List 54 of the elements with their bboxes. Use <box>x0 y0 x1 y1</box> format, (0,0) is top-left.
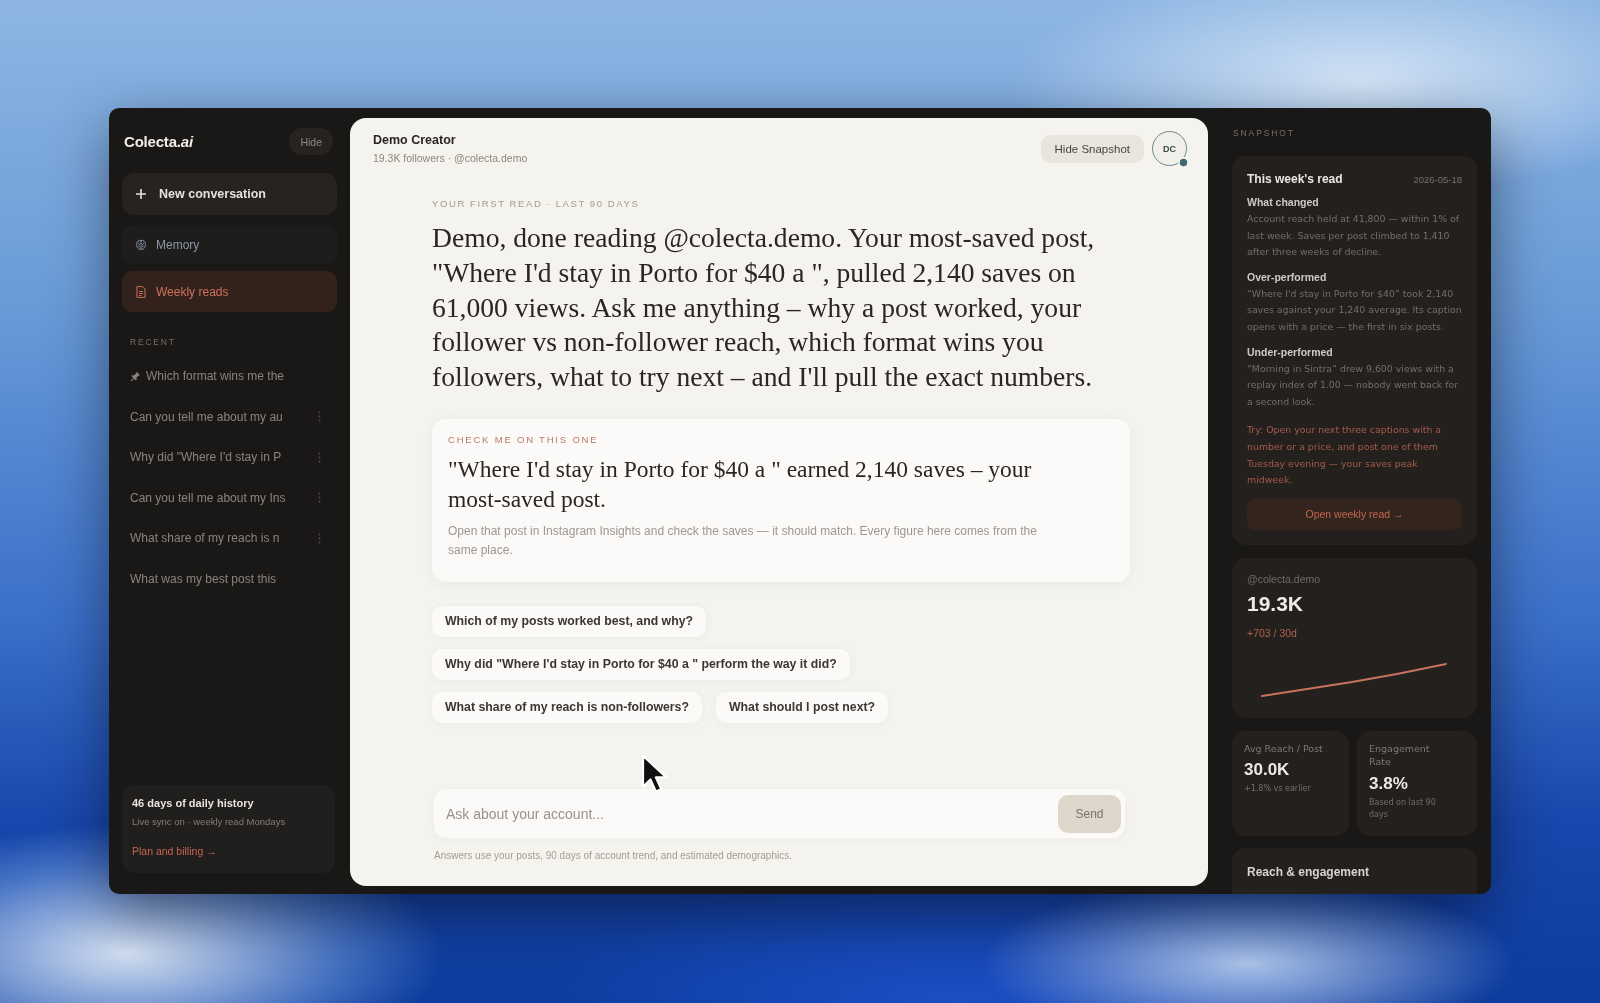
card-title: This week's read <box>1247 172 1343 186</box>
hide-snapshot-button[interactable]: Hide Snapshot <box>1040 134 1144 163</box>
nav-item[interactable]: Memory <box>122 225 337 264</box>
section-label: SNAPSHOT <box>1233 127 1295 139</box>
check-card-claim: "Where I'd stay in Porto for $40 a " earned 2,140 saves – your most-saved post. <box>448 455 1033 514</box>
conversation-item[interactable]: What share of my reach is n <box>122 518 337 559</box>
metric-value: 30.0K <box>1244 759 1290 782</box>
card-title: Reach & engagement <box>1247 864 1370 879</box>
sync-status-text: Live sync on · weekly read Mondays <box>132 815 286 828</box>
metric-note: +1.8% vs earlier <box>1244 783 1311 796</box>
suggestion-chip[interactable]: What should I post next? <box>715 692 889 723</box>
open-weekly-read-button[interactable]: Open weekly read → <box>1247 498 1462 530</box>
section-heading: What changed <box>1247 195 1319 209</box>
plus-icon <box>136 189 146 199</box>
check-card-note: Open that post in Instagram Insights and check the saves — it should match. Every figure here comes from the same place. <box>448 523 1038 559</box>
suggestion-chip[interactable]: What share of my reach is non-followers? <box>432 692 702 723</box>
new-conversation-button[interactable]: New conversation <box>122 173 337 215</box>
section-heading: Over-performed <box>1247 269 1327 284</box>
conversation-item[interactable]: Why did "Where I'd stay in P <box>122 437 337 478</box>
brain-icon <box>135 238 147 251</box>
section-text: Account reach held at 41,800 — within 1% of last week. Saves per post climbed to 1,410 after three weeks of decline. <box>1247 212 1461 260</box>
metric-note: Based on last 90 days <box>1369 796 1437 822</box>
document-icon <box>135 285 147 298</box>
section-label: RECENT <box>130 336 176 348</box>
card-date: 2026-05-18 <box>1413 174 1462 185</box>
conversation-item[interactable]: What was my best post this <box>122 558 337 599</box>
pin-icon <box>130 370 141 382</box>
hide-button[interactable]: Hide <box>289 128 333 155</box>
tip-text: Try: Open your next three captions with a number or a price, and post one of them Tuesday evening — your saves peak midweek. <box>1247 423 1443 488</box>
section-text: “Where I'd stay in Porto for $40” took 2,140 saves against your 1,240 average. Its caption opens with a price — the first in six posts. <box>1247 286 1462 334</box>
section-heading: Under-performed <box>1247 344 1333 359</box>
check-card-eyebrow: CHECK ME ON THIS ONE <box>448 434 599 446</box>
conversation-item[interactable]: Can you tell me about my au <box>122 396 337 437</box>
section-text: “Morning in Sintra” drew 9,600 views with a replay index of 1.00 — nobody went back for a second look. <box>1247 361 1460 409</box>
follower-change: +703 / 30d <box>1247 625 1297 640</box>
nav-item[interactable]: Weekly reads <box>122 271 337 312</box>
metric-value: 3.8% <box>1369 772 1408 795</box>
metric-label: Avg Reach / Post <box>1244 741 1323 756</box>
app-logo: Colecta.ai <box>124 133 193 150</box>
plan-title: 46 days of daily history <box>132 796 254 810</box>
account-handle: @colecta.demo <box>1247 571 1321 586</box>
conversation-item[interactable]: Which format wins me the <box>122 356 337 397</box>
plan-billing-link[interactable]: Plan and billing → <box>132 844 217 858</box>
conversation-item[interactable]: Can you tell me about my Ins <box>122 477 337 518</box>
metric-label: Engagement Rate <box>1369 741 1431 769</box>
follower-count: 19.3K <box>1247 590 1304 617</box>
suggestion-chip[interactable]: Which of my posts worked best, and why? <box>432 606 706 637</box>
account-meta: 19.3K followers · @colecta.demo <box>373 151 528 165</box>
suggestion-chip[interactable]: Why did "Where I'd stay in Porto for $40 a " perform the way it did? <box>432 649 850 680</box>
avatar[interactable]: DC <box>1152 131 1187 166</box>
section-eyebrow: YOUR FIRST READ · LAST 90 DAYS <box>432 198 640 210</box>
assistant-message: Demo, done reading @colecta.demo. Your most-saved post, "Where I'd stay in Porto for $40 a ", pulled 2,140 saves on 61,000 views. Ask me anything – why a post worked, your follower vs non-follower reach, which format wins you followers, what to try next – and I'll pull the exact numbers. <box>432 221 1096 395</box>
disclaimer-text: Answers use your posts, 90 days of account trend, and estimated demographics. <box>434 849 792 862</box>
account-name: Demo Creator <box>373 132 456 148</box>
